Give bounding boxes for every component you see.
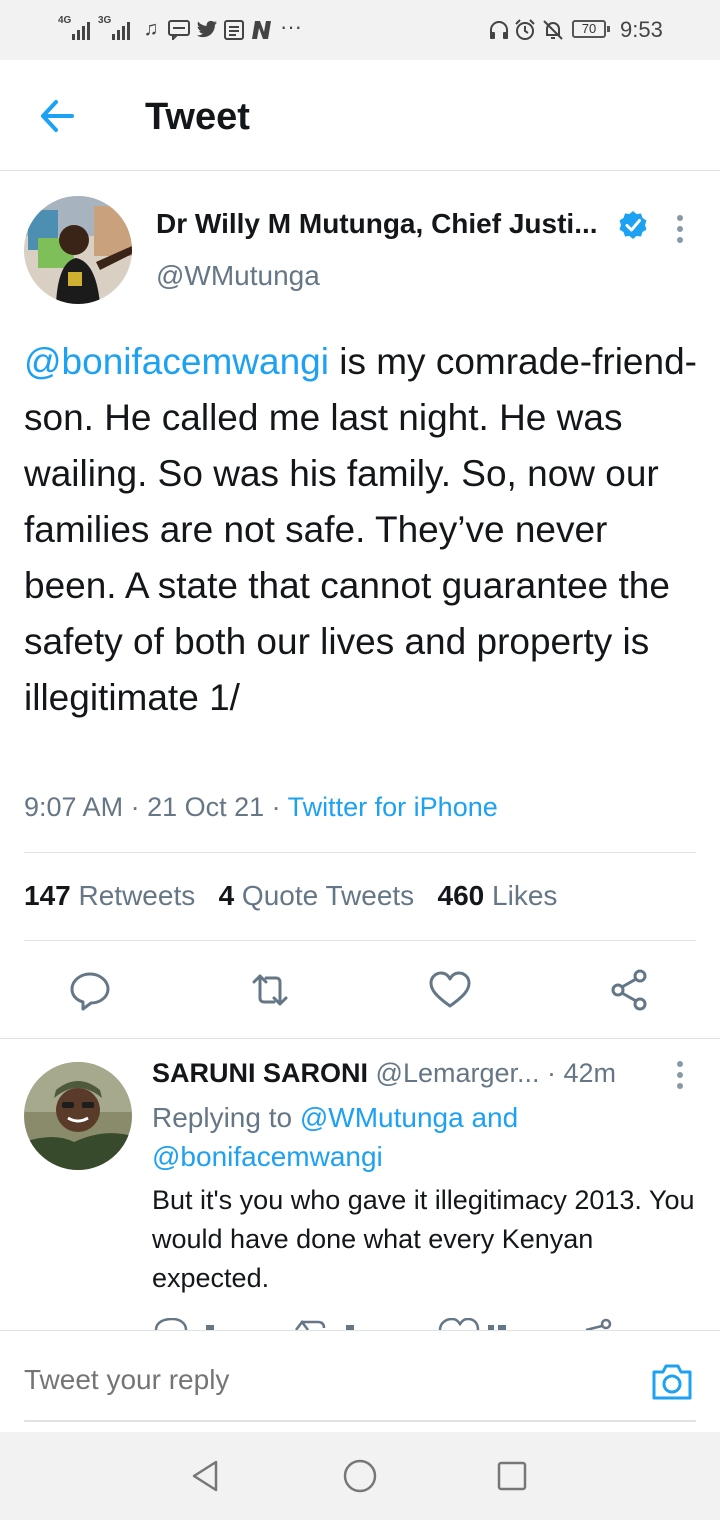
divider <box>0 1038 720 1039</box>
tweet-date: 21 Oct 21 <box>147 792 265 822</box>
more-options-icon[interactable] <box>668 212 692 246</box>
reply-icon[interactable] <box>66 966 114 1014</box>
battery-icon: 70 <box>572 20 610 38</box>
replying-to-mention[interactable]: @bonifacemwangi <box>152 1141 383 1172</box>
headphones-icon <box>490 21 508 39</box>
tweet-body: is my comrade-friend-son. He called me l… <box>24 341 697 718</box>
reply-author-name[interactable]: SARUNI SARONI <box>152 1058 368 1088</box>
replying-to-mention[interactable]: @WMutunga <box>300 1102 464 1133</box>
signal-3g-icon: 3G <box>98 16 132 42</box>
alarm-icon <box>515 19 535 40</box>
replying-to: Replying to @WMutunga and @bonifacemwang… <box>152 1102 519 1172</box>
tweet-time: 9:07 AM <box>24 792 124 822</box>
status-time: 9:53 <box>620 17 663 42</box>
reply-author-avatar[interactable] <box>24 1062 132 1170</box>
input-underline <box>24 1420 696 1422</box>
more-notifications-indicator: ··· <box>280 14 302 39</box>
like-icon[interactable] <box>426 966 474 1014</box>
reply-age: · 42m <box>547 1058 617 1088</box>
reply-header: SARUNI SARONI @Lemarger... · 42m <box>152 1058 616 1089</box>
mention-link[interactable]: @bonifacemwangi <box>24 341 329 382</box>
reply-more-options-icon[interactable] <box>668 1058 692 1092</box>
divider <box>24 852 696 853</box>
twitter-bird-icon <box>196 20 218 38</box>
likes-stat[interactable]: 460 Likes <box>438 880 558 911</box>
back-arrow-icon[interactable] <box>36 96 76 136</box>
message-icon <box>168 20 190 40</box>
reply-action-row[interactable] <box>150 1318 670 1330</box>
nav-home-icon[interactable] <box>340 1456 380 1496</box>
tweet-text: @bonifacemwangi is my comrade-friend-son… <box>24 334 704 726</box>
n-app-icon <box>252 21 271 39</box>
nav-back-icon[interactable] <box>186 1456 226 1496</box>
silent-bell-icon <box>543 20 563 40</box>
reply-input[interactable] <box>24 1364 584 1396</box>
share-icon[interactable] <box>606 966 654 1014</box>
divider <box>24 940 696 941</box>
reply-text: But it's you who gave it illegitimacy 20… <box>152 1185 695 1293</box>
nav-recents-icon[interactable] <box>492 1456 532 1496</box>
news-icon <box>224 20 244 40</box>
signal-4g-label: 4G <box>58 15 72 26</box>
retweets-stat[interactable]: 147 Retweets <box>24 880 195 911</box>
retweet-icon[interactable] <box>246 966 294 1014</box>
author-name[interactable]: Dr Willy M Mutunga, Chief Justi... <box>156 208 598 240</box>
reply-author-handle[interactable]: @Lemarger... <box>376 1058 540 1088</box>
tweet-stats: 147 Retweets 4 Quote Tweets 460 Likes <box>24 880 557 912</box>
page-title: Tweet <box>145 96 250 138</box>
quote-tweets-stat[interactable]: 4 Quote Tweets <box>219 880 415 911</box>
signal-3g-label: 3G <box>98 15 112 26</box>
author-handle[interactable]: @WMutunga <box>156 260 320 292</box>
camera-icon[interactable] <box>650 1360 694 1404</box>
author-avatar[interactable] <box>24 196 132 304</box>
top-app-bar <box>0 60 720 171</box>
tweet-source-link[interactable]: Twitter for iPhone <box>288 792 498 822</box>
music-note-icon: ♫ <box>143 18 159 40</box>
verified-badge-icon <box>619 211 647 239</box>
tweet-metadata: 9:07 AM · 21 Oct 21 · Twitter for iPhone <box>24 792 498 822</box>
signal-4g-icon: 4G <box>58 16 92 42</box>
